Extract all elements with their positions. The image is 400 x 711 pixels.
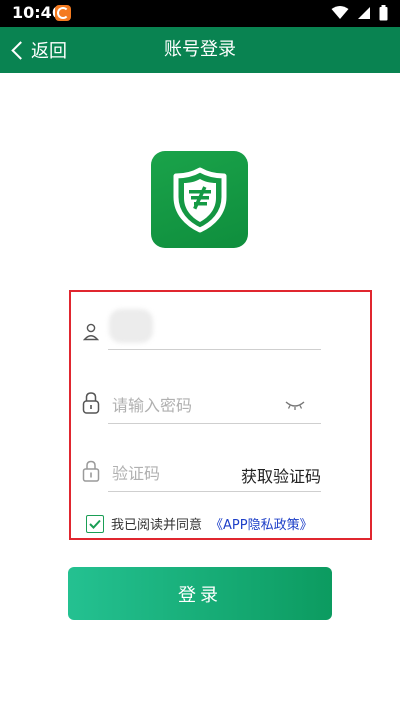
app-bar: 返回 账号登录 <box>0 27 400 73</box>
username-value-masked[interactable] <box>109 309 153 343</box>
wifi-icon <box>331 6 349 19</box>
agreement-row: 我已阅读并同意 《APP隐私政策》 <box>86 514 313 533</box>
agree-checkbox[interactable] <box>86 514 104 533</box>
username-row <box>71 309 370 366</box>
user-icon <box>81 320 101 344</box>
privacy-policy-link[interactable]: 《APP隐私政策》 <box>210 514 313 533</box>
password-underline <box>108 423 321 424</box>
notification-app-icon <box>55 5 71 21</box>
shield-logo-icon <box>173 167 226 232</box>
username-underline <box>108 349 321 350</box>
lock-icon <box>81 391 101 415</box>
password-input[interactable] <box>110 390 284 420</box>
status-bar: 10:46 <box>0 0 400 27</box>
lock-code-icon <box>81 459 101 483</box>
code-row: 获取验证码 <box>71 458 370 508</box>
code-input[interactable] <box>110 458 224 488</box>
login-button[interactable]: 登录 <box>68 567 332 620</box>
eye-closed-icon[interactable] <box>285 399 305 411</box>
app-logo <box>151 151 248 248</box>
agree-text: 我已阅读并同意 <box>111 518 203 533</box>
battery-icon <box>379 5 388 21</box>
password-row <box>71 390 370 440</box>
code-underline <box>108 491 321 492</box>
login-button-label: 登录 <box>178 584 222 606</box>
login-form: 获取验证码 我已阅读并同意 《APP隐私政策》 <box>69 290 372 540</box>
status-icons <box>331 5 388 21</box>
page-title: 账号登录 <box>164 39 236 60</box>
signal-icon <box>358 7 370 19</box>
check-icon <box>89 519 101 529</box>
get-code-button[interactable]: 获取验证码 <box>231 463 321 487</box>
